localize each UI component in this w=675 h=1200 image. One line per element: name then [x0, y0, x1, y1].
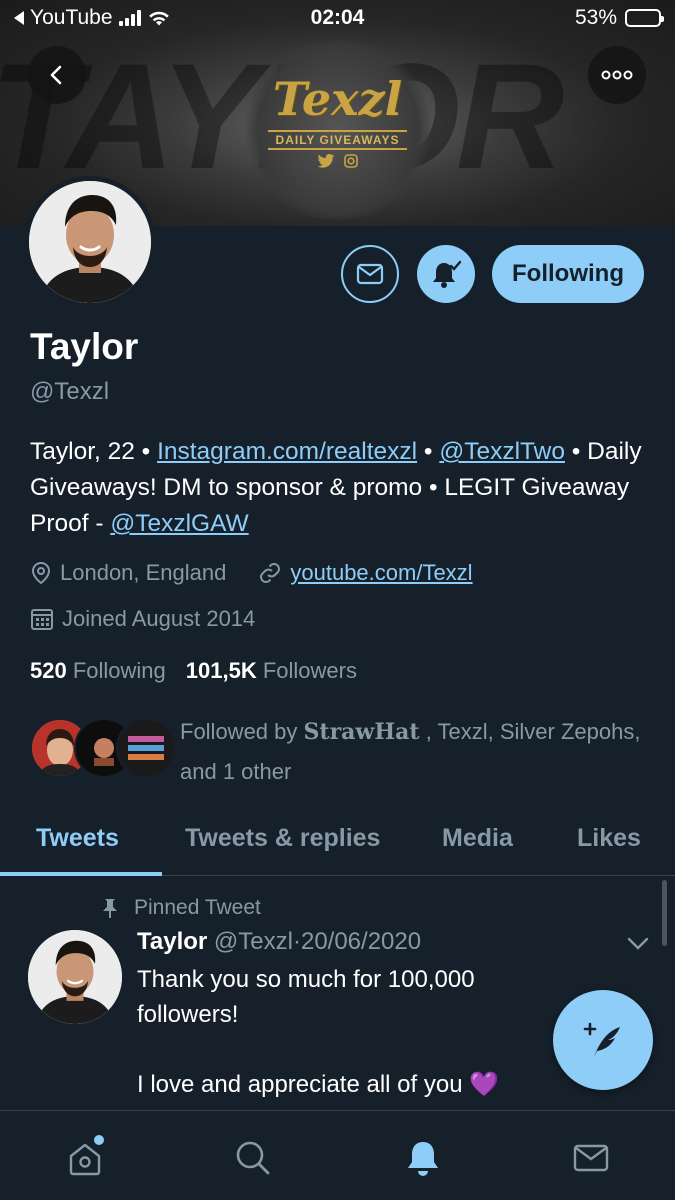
bio-mention-link[interactable]: @TexzlGAW	[110, 510, 248, 537]
tab-media[interactable]: Media	[442, 824, 513, 853]
followed-by-text[interactable]: Followed by StrawHat , Texzl, Silver Zep…	[180, 712, 650, 792]
following-count: 520	[30, 658, 67, 683]
followed-by-avatars[interactable]	[30, 718, 176, 780]
battery-icon	[625, 9, 664, 27]
chevron-left-icon	[50, 65, 62, 85]
avatar-photo	[29, 181, 151, 303]
mail-icon	[356, 263, 384, 285]
profile-meta-joined: Joined August 2014	[30, 606, 255, 632]
followers-label: Followers	[262, 658, 357, 683]
tweet-options-button[interactable]	[626, 936, 650, 957]
banner-logo: Texzl DAILY GIVEAWAYS	[240, 72, 435, 171]
bottom-navigation	[0, 1110, 675, 1200]
notifications-toggle-button[interactable]	[417, 245, 475, 303]
more-button[interactable]	[588, 46, 646, 104]
scrollbar[interactable]	[662, 880, 667, 946]
followed-by-name: StrawHat	[303, 719, 420, 745]
tweet-author-handle[interactable]: @Texzl	[214, 928, 293, 955]
tweet-line: I love and appreciate all of you	[137, 1071, 463, 1098]
tweet-line-with-emoji: I love and appreciate all of you 💜	[137, 1067, 557, 1102]
profile-website-link[interactable]: youtube.com/Texzl	[290, 560, 472, 586]
bio-mention-link[interactable]: @TexzlTwo	[439, 438, 565, 465]
battery-status: 53%	[574, 6, 664, 30]
bio-text: •	[417, 438, 440, 465]
tweet-separator: ·	[292, 928, 301, 955]
tab-tweets[interactable]: Tweets	[36, 824, 119, 853]
followers-count: 101,5K	[185, 658, 257, 683]
banner-social-icons	[240, 153, 435, 171]
banner-logo-subtitle: DAILY GIVEAWAYS	[267, 130, 408, 150]
nav-home[interactable]	[60, 1133, 110, 1183]
tweet-date[interactable]: 20/06/2020	[301, 928, 421, 955]
profile-name: Taylor	[30, 326, 139, 367]
compose-icon	[583, 1022, 620, 1057]
following-label: Following	[72, 658, 166, 683]
banner-logo-word: Texzl	[272, 72, 403, 126]
pin-icon	[103, 899, 117, 918]
tweet-header: Taylor @Texzl·20/06/2020	[137, 928, 421, 956]
avatar-photo	[28, 930, 122, 1024]
followed-by-prefix: Followed by	[180, 719, 304, 744]
status-bar: YouTube 02:04 53%	[0, 0, 675, 38]
compose-tweet-button[interactable]	[553, 990, 653, 1090]
chevron-down-icon	[627, 937, 649, 950]
following-stat[interactable]: 520 Following	[30, 658, 166, 684]
location-pin-icon	[31, 561, 51, 585]
profile-joined-date: Joined August 2014	[62, 606, 256, 631]
bell-check-icon	[433, 260, 462, 288]
purple-heart-emoji: 💜	[469, 1071, 500, 1098]
link-icon	[260, 563, 281, 583]
follower-avatar	[116, 718, 176, 778]
profile-tabs: Tweets Tweets & replies Media Likes	[0, 806, 675, 876]
battery-percent: 53%	[574, 6, 617, 29]
profile-avatar[interactable]	[24, 176, 156, 308]
tweet-author-avatar[interactable]	[28, 930, 122, 1024]
pinned-indicator: Pinned Tweet	[100, 896, 261, 920]
message-button[interactable]	[341, 245, 399, 303]
home-notification-dot	[94, 1135, 104, 1145]
profile-bio: Taylor, 22 • Instagram.com/realtexzl • @…	[30, 434, 650, 542]
instagram-icon	[344, 154, 359, 168]
profile-meta-location-website: London, England youtube.com/Texzl	[30, 560, 473, 586]
more-icon	[601, 70, 633, 80]
bio-text: Taylor, 22 •	[30, 438, 158, 465]
tab-likes[interactable]: Likes	[577, 824, 641, 853]
twitter-bird-icon	[317, 153, 334, 168]
profile-handle: @Texzl	[30, 378, 110, 405]
nav-messages[interactable]	[566, 1133, 616, 1183]
tweet-body[interactable]: Thank you so much for 100,000 followers!…	[137, 962, 557, 1102]
profile-stats: 520 Following 101,5K Followers	[30, 658, 357, 684]
search-icon	[236, 1141, 270, 1175]
tweet-line: Thank you so much for 100,000 followers!	[137, 966, 475, 1028]
bell-icon	[408, 1142, 438, 1176]
nav-notifications[interactable]	[398, 1133, 448, 1183]
back-button[interactable]	[28, 46, 86, 104]
mail-icon	[573, 1144, 609, 1172]
following-button[interactable]: Following	[492, 245, 644, 303]
tweet-author-name[interactable]: Taylor	[137, 928, 207, 955]
status-time: 02:04	[310, 6, 365, 29]
bio-instagram-link[interactable]: Instagram.com/realtexzl	[157, 438, 417, 465]
nav-search[interactable]	[228, 1133, 278, 1183]
calendar-icon	[31, 609, 53, 630]
pinned-label: Pinned Tweet	[134, 896, 261, 919]
tab-tweets-replies[interactable]: Tweets & replies	[185, 824, 380, 853]
active-tab-indicator	[0, 872, 162, 876]
followers-stat[interactable]: 101,5K Followers	[186, 658, 357, 684]
profile-location: London, England	[60, 560, 227, 585]
